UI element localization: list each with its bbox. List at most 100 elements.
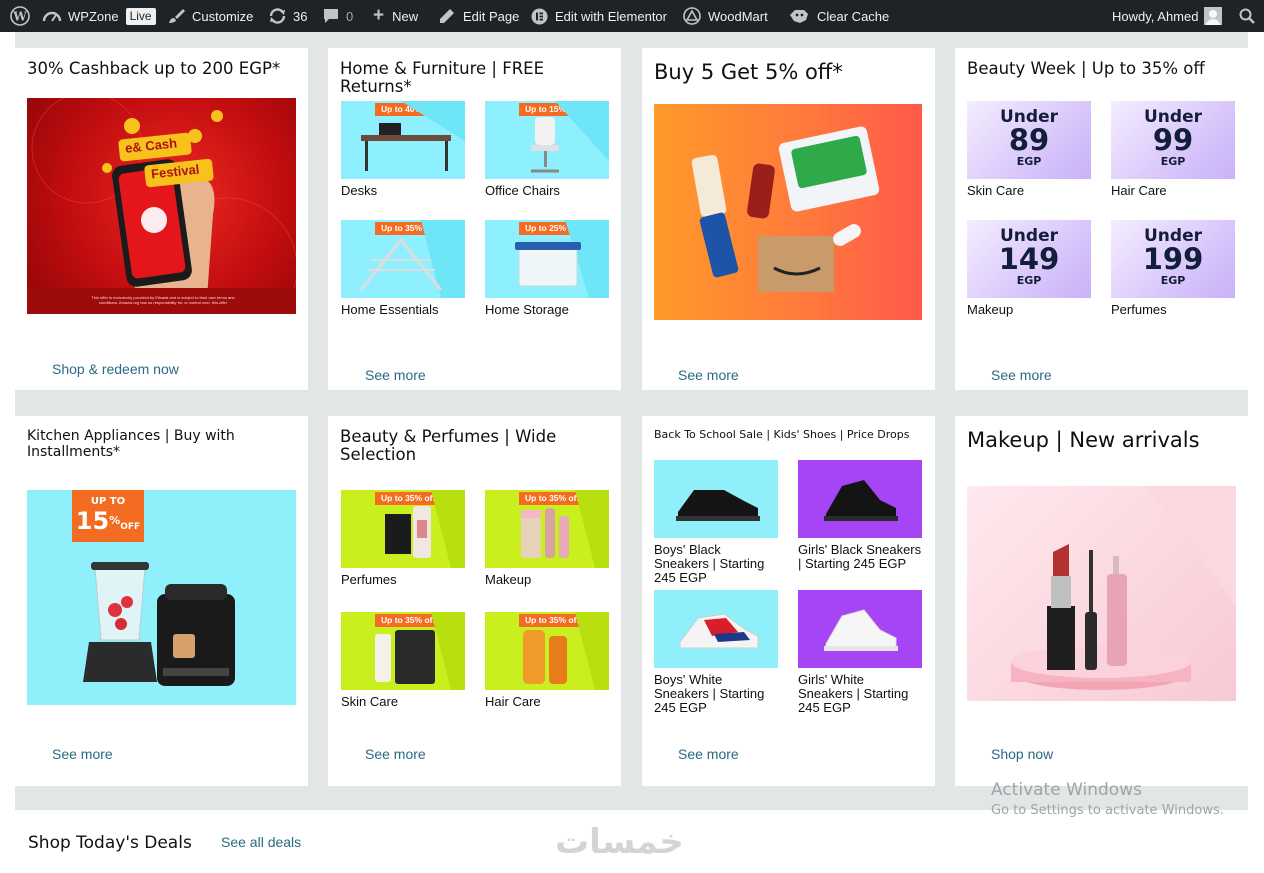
card-title: 30% Cashback up to 200 EGP* [27, 59, 281, 78]
buy5-banner[interactable] [654, 104, 922, 320]
skin-care-image: Up to 35% off [341, 612, 465, 690]
see-more-link[interactable]: See more [678, 746, 739, 762]
site-name-menu[interactable]: WPZone Live [42, 0, 156, 32]
tile-office-chairs[interactable]: Up to 15% off Office Chairs [485, 101, 609, 198]
updates-button[interactable]: 36 [268, 0, 307, 32]
price-label: 99 [1152, 123, 1194, 157]
card-cashback: 30% Cashback up to 200 EGP* e& Cash Fest… [15, 48, 308, 390]
currency-label: EGP [1160, 274, 1186, 287]
tile-makeup[interactable]: Under 149 EGP Makeup [967, 220, 1091, 317]
edit-page-label: Edit Page [463, 8, 520, 24]
card-buy5: Buy 5 Get 5% off* See more [642, 48, 935, 390]
tile-skin-care[interactable]: Under 89 EGP Skin Care [967, 101, 1091, 198]
home-essentials-image: Up to 35% off [341, 220, 465, 298]
tile-label: Girls' White Sneakers | Starting 245 EGP [798, 672, 909, 715]
avatar [1204, 7, 1223, 25]
price-label: 199 [1142, 242, 1204, 276]
see-more-link[interactable]: See more [365, 367, 426, 383]
card-back-to-school: Back To School Sale | Kids' Shoes | Pric… [642, 416, 935, 786]
cheetah-icon [788, 7, 810, 25]
deals-title: Shop Today's Deals [28, 833, 192, 853]
page-content: 30% Cashback up to 200 EGP* e& Cash Fest… [0, 32, 1264, 873]
tile-home-storage[interactable]: Up to 25% off Home Storage [485, 220, 609, 317]
wordpress-logo-icon[interactable]: W [10, 0, 30, 32]
office-chairs-image: Up to 15% off [485, 101, 609, 179]
tile-label: Home Storage [485, 302, 569, 317]
new-content-button[interactable]: + New [373, 0, 418, 32]
tile-label: Makeup [967, 302, 1014, 317]
tile-boys-white-sneakers[interactable]: Boys' White Sneakers | Starting 245 EGP [654, 590, 778, 715]
search-icon[interactable] [1239, 0, 1255, 32]
see-more-link[interactable]: See more [991, 367, 1052, 383]
updates-count: 36 [293, 8, 308, 24]
my-account-menu[interactable]: Howdy, Ahmed [1112, 0, 1223, 32]
tile-desks[interactable]: Up to 40% off Desks [341, 101, 465, 198]
pencil-icon [439, 8, 455, 24]
card-title: Home & Furniture | FREE Returns* [340, 59, 545, 96]
currency-label: EGP [1016, 274, 1042, 287]
hair-care-image: Up to 35% off [485, 612, 609, 690]
under-99-image: Under 99 EGP [1111, 101, 1235, 179]
tile-label: Hair Care [485, 694, 541, 709]
activate-windows-watermark: Activate Windows Go to Settings to activ… [991, 780, 1224, 822]
card-beauty-week: Beauty Week | Up to 35% off Under 89 EGP… [955, 48, 1248, 390]
tile-hair-care[interactable]: Up to 35% off Hair Care [485, 612, 609, 709]
kitchen-banner[interactable]: UP TO 15%OFF [27, 490, 296, 705]
tile-label: Girls' Black Sneakers | Starting 245 EGP [798, 542, 922, 571]
tile-label: Perfumes [1111, 302, 1167, 317]
see-more-link[interactable]: See more [678, 367, 739, 383]
edit-page-button[interactable]: Edit Page [439, 0, 519, 32]
wp-admin-bar: W WPZone Live Customize 36 0 + New Edit … [0, 0, 1264, 32]
tile-hair-care[interactable]: Under 99 EGP Hair Care [1111, 101, 1235, 198]
tile-skin-care[interactable]: Up to 35% off Skin Care [341, 612, 465, 709]
tile-makeup[interactable]: Up to 35% off Makeup [485, 490, 609, 587]
shop-now-link[interactable]: Shop now [991, 746, 1053, 762]
home-storage-image: Up to 25% off [485, 220, 609, 298]
customize-label: Customize [192, 8, 254, 24]
girls-white-sneakers-image [798, 590, 922, 668]
clear-cache-button[interactable]: Clear Cache [788, 0, 889, 32]
card-title: Makeup | New arrivals [967, 428, 1200, 452]
makeup-banner[interactable] [967, 486, 1236, 701]
tile-label: Desks [341, 183, 378, 198]
cashback-banner[interactable]: e& Cash Festival This offer is exclusive… [27, 98, 296, 314]
boys-white-sneakers-image [654, 590, 778, 668]
tile-boys-black-sneakers[interactable]: Boys' Black Sneakers | Starting 245 EGP [654, 460, 778, 585]
tile-label: Boys' Black Sneakers | Starting 245 EGP [654, 542, 765, 585]
card-title: Kitchen Appliances | Buy with Installmen… [27, 428, 235, 460]
under-89-image: Under 89 EGP [967, 101, 1091, 179]
shop-redeem-link[interactable]: Shop & redeem now [52, 361, 179, 377]
see-more-link[interactable]: See more [365, 746, 426, 762]
see-more-link[interactable]: See more [52, 746, 113, 762]
tile-label: Office Chairs [485, 183, 560, 198]
price-label: 149 [998, 242, 1060, 276]
tile-home-essentials[interactable]: Up to 35% off Home Essentials [341, 220, 465, 317]
card-title: Beauty Week | Up to 35% off [967, 59, 1205, 78]
card-makeup-new: Makeup | New arrivals Shop now [955, 416, 1248, 786]
see-all-deals-link[interactable]: See all deals [221, 834, 301, 850]
dashboard-icon [42, 8, 62, 24]
comments-button[interactable]: 0 [323, 0, 353, 32]
tile-perfumes[interactable]: Up to 35% off Perfumes [341, 490, 465, 587]
activate-windows-title: Activate Windows [991, 780, 1142, 800]
card-home-furniture: Home & Furniture | FREE Returns* Up to 4… [328, 48, 621, 390]
currency-label: EGP [1016, 155, 1042, 168]
tile-label: Skin Care [967, 183, 1025, 198]
plus-icon: + [373, 5, 385, 26]
site-name: WPZone [68, 8, 119, 24]
perfumes-image: Up to 35% off [341, 490, 465, 568]
clear-cache-label: Clear Cache [817, 8, 890, 24]
woodmart-menu[interactable]: WoodMart [683, 0, 768, 32]
edit-elementor-button[interactable]: Edit with Elementor [531, 0, 667, 32]
card-title: Beauty & Perfumes | Wide Selection [340, 427, 557, 464]
tile-girls-white-sneakers[interactable]: Girls' White Sneakers | Starting 245 EGP [798, 590, 922, 715]
price-label: 89 [1008, 123, 1050, 157]
tile-label: Perfumes [341, 572, 397, 587]
card-title: Back To School Sale | Kids' Shoes | Pric… [654, 428, 910, 441]
tile-girls-black-sneakers[interactable]: Girls' Black Sneakers | Starting 245 EGP [798, 460, 922, 571]
elementor-icon [531, 8, 548, 25]
tile-perfumes[interactable]: Under 199 EGP Perfumes [1111, 220, 1235, 317]
girls-black-sneakers-image [798, 460, 922, 538]
customize-button[interactable]: Customize [167, 0, 253, 32]
woodmart-label: WoodMart [708, 8, 768, 24]
